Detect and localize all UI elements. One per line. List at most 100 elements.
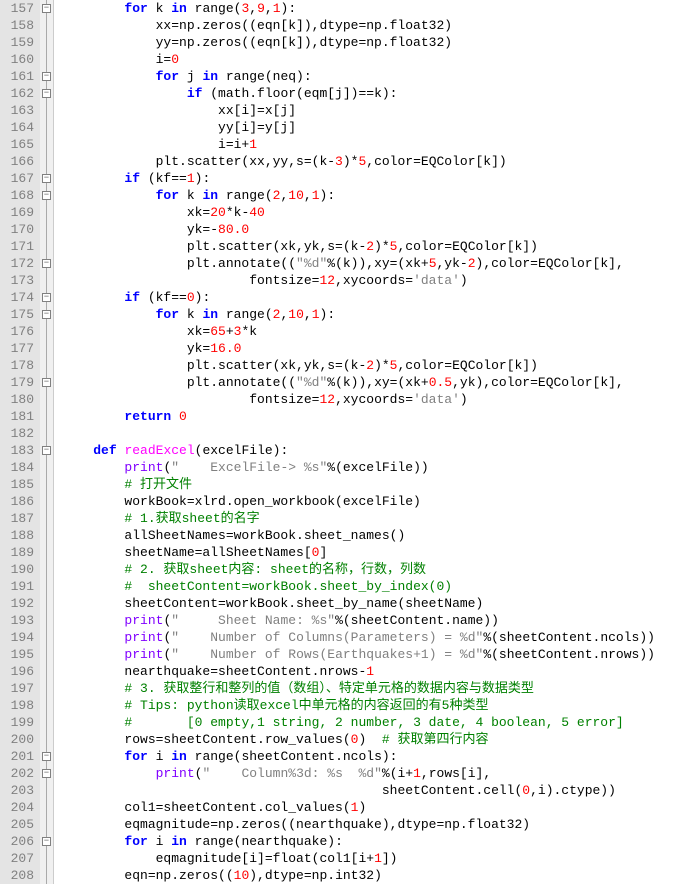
line-number: 185 bbox=[4, 476, 34, 493]
line-number: 202 bbox=[4, 765, 34, 782]
code-line[interactable]: xx[i]=x[j] bbox=[62, 102, 655, 119]
fold-toggle-icon[interactable]: − bbox=[42, 310, 51, 319]
line-number: 187 bbox=[4, 510, 34, 527]
code-line[interactable]: rows=sheetContent.row_values(0) # 获取第四行内… bbox=[62, 731, 655, 748]
code-line[interactable]: plt.scatter(xk,yk,s=(k-2)*5,color=EQColo… bbox=[62, 238, 655, 255]
code-line[interactable]: eqmagnitude=np.zeros((nearthquake),dtype… bbox=[62, 816, 655, 833]
code-line[interactable]: print(" Number of Columns(Parameters) = … bbox=[62, 629, 655, 646]
fold-toggle-icon[interactable]: − bbox=[42, 378, 51, 387]
code-line[interactable]: if (kf==0): bbox=[62, 289, 655, 306]
line-number: 203 bbox=[4, 782, 34, 799]
code-line[interactable]: if (kf==1): bbox=[62, 170, 655, 187]
code-line[interactable]: plt.annotate(("%d"%(k)),xy=(xk+5,yk-2),c… bbox=[62, 255, 655, 272]
line-number: 175 bbox=[4, 306, 34, 323]
code-line[interactable]: plt.annotate(("%d"%(k)),xy=(xk+0.5,yk),c… bbox=[62, 374, 655, 391]
code-editor[interactable]: 1571581591601611621631641651661671681691… bbox=[0, 0, 695, 884]
line-number: 196 bbox=[4, 663, 34, 680]
line-number: 167 bbox=[4, 170, 34, 187]
code-line[interactable]: yk=16.0 bbox=[62, 340, 655, 357]
line-number: 183 bbox=[4, 442, 34, 459]
code-line[interactable]: eqmagnitude[i]=float(col1[i+1]) bbox=[62, 850, 655, 867]
code-line[interactable]: nearthquake=sheetContent.nrows-1 bbox=[62, 663, 655, 680]
line-number: 189 bbox=[4, 544, 34, 561]
fold-toggle-icon[interactable]: − bbox=[42, 837, 51, 846]
code-line[interactable]: for i in range(nearthquake): bbox=[62, 833, 655, 850]
code-line[interactable]: xk=65+3*k bbox=[62, 323, 655, 340]
code-area[interactable]: for k in range(3,9,1): xx=np.zeros((eqn[… bbox=[54, 0, 655, 884]
line-number: 180 bbox=[4, 391, 34, 408]
fold-toggle-icon[interactable]: − bbox=[42, 769, 51, 778]
line-number: 177 bbox=[4, 340, 34, 357]
code-line[interactable]: yy[i]=y[j] bbox=[62, 119, 655, 136]
line-number: 170 bbox=[4, 221, 34, 238]
code-line[interactable]: sheetName=allSheetNames[0] bbox=[62, 544, 655, 561]
line-number: 171 bbox=[4, 238, 34, 255]
code-line[interactable]: print(" Column%3d: %s %d"%(i+1,rows[i], bbox=[62, 765, 655, 782]
code-line[interactable]: return 0 bbox=[62, 408, 655, 425]
line-number: 160 bbox=[4, 51, 34, 68]
line-number: 166 bbox=[4, 153, 34, 170]
fold-toggle-icon[interactable]: − bbox=[42, 446, 51, 455]
code-line[interactable]: def readExcel(excelFile): bbox=[62, 442, 655, 459]
code-line[interactable]: print(" Number of Rows(Earthquakes+1) = … bbox=[62, 646, 655, 663]
line-number: 207 bbox=[4, 850, 34, 867]
fold-toggle-icon[interactable]: − bbox=[42, 293, 51, 302]
code-line[interactable]: # 1.获取sheet的名字 bbox=[62, 510, 655, 527]
line-number: 186 bbox=[4, 493, 34, 510]
code-line[interactable]: # 2. 获取sheet内容: sheet的名称，行数，列数 bbox=[62, 561, 655, 578]
code-line[interactable]: yy=np.zeros((eqn[k]),dtype=np.float32) bbox=[62, 34, 655, 51]
code-line[interactable]: # 3. 获取整行和整列的值（数组）、特定单元格的数据内容与数据类型 bbox=[62, 680, 655, 697]
fold-toggle-icon[interactable]: − bbox=[42, 259, 51, 268]
code-line[interactable]: for k in range(2,10,1): bbox=[62, 187, 655, 204]
code-line[interactable]: eqn=np.zeros((10),dtype=np.int32) bbox=[62, 867, 655, 884]
line-number: 182 bbox=[4, 425, 34, 442]
code-line[interactable]: print(" ExcelFile-> %s"%(excelFile)) bbox=[62, 459, 655, 476]
fold-gutter[interactable]: − − − − − − − − − − − − − bbox=[40, 0, 54, 884]
line-number: 176 bbox=[4, 323, 34, 340]
fold-toggle-icon[interactable]: − bbox=[42, 191, 51, 200]
line-number: 172 bbox=[4, 255, 34, 272]
code-line[interactable]: xx=np.zeros((eqn[k]),dtype=np.float32) bbox=[62, 17, 655, 34]
code-line[interactable]: for i in range(sheetContent.ncols): bbox=[62, 748, 655, 765]
line-number: 173 bbox=[4, 272, 34, 289]
code-line[interactable]: fontsize=12,xycoords='data') bbox=[62, 272, 655, 289]
code-line[interactable]: sheetContent=workBook.sheet_by_name(shee… bbox=[62, 595, 655, 612]
line-number: 158 bbox=[4, 17, 34, 34]
code-line[interactable]: plt.scatter(xx,yy,s=(k-3)*5,color=EQColo… bbox=[62, 153, 655, 170]
code-line[interactable]: for j in range(neq): bbox=[62, 68, 655, 85]
code-line[interactable]: for k in range(2,10,1): bbox=[62, 306, 655, 323]
code-line[interactable]: i=i+1 bbox=[62, 136, 655, 153]
code-line[interactable] bbox=[62, 425, 655, 442]
code-line[interactable]: fontsize=12,xycoords='data') bbox=[62, 391, 655, 408]
code-line[interactable]: workBook=xlrd.open_workbook(excelFile) bbox=[62, 493, 655, 510]
line-number: 205 bbox=[4, 816, 34, 833]
fold-toggle-icon[interactable]: − bbox=[42, 752, 51, 761]
line-number: 157 bbox=[4, 0, 34, 17]
code-line[interactable]: print(" Sheet Name: %s"%(sheetContent.na… bbox=[62, 612, 655, 629]
code-line[interactable]: yk=-80.0 bbox=[62, 221, 655, 238]
line-number-gutter: 1571581591601611621631641651661671681691… bbox=[0, 0, 40, 884]
code-line[interactable]: allSheetNames=workBook.sheet_names() bbox=[62, 527, 655, 544]
fold-toggle-icon[interactable]: − bbox=[42, 4, 51, 13]
line-number: 206 bbox=[4, 833, 34, 850]
code-line[interactable]: for k in range(3,9,1): bbox=[62, 0, 655, 17]
code-line[interactable]: if (math.floor(eqm[j])==k): bbox=[62, 85, 655, 102]
fold-toggle-icon[interactable]: − bbox=[42, 174, 51, 183]
line-number: 191 bbox=[4, 578, 34, 595]
line-number: 195 bbox=[4, 646, 34, 663]
line-number: 181 bbox=[4, 408, 34, 425]
line-number: 194 bbox=[4, 629, 34, 646]
code-line[interactable]: # [0 empty,1 string, 2 number, 3 date, 4… bbox=[62, 714, 655, 731]
code-line[interactable]: # Tips: python读取excel中单元格的内容返回的有5种类型 bbox=[62, 697, 655, 714]
code-line[interactable]: col1=sheetContent.col_values(1) bbox=[62, 799, 655, 816]
line-number: 188 bbox=[4, 527, 34, 544]
code-line[interactable]: # sheetContent=workBook.sheet_by_index(0… bbox=[62, 578, 655, 595]
line-number: 163 bbox=[4, 102, 34, 119]
code-line[interactable]: i=0 bbox=[62, 51, 655, 68]
fold-toggle-icon[interactable]: − bbox=[42, 89, 51, 98]
code-line[interactable]: # 打开文件 bbox=[62, 476, 655, 493]
code-line[interactable]: sheetContent.cell(0,i).ctype)) bbox=[62, 782, 655, 799]
code-line[interactable]: xk=20*k-40 bbox=[62, 204, 655, 221]
fold-toggle-icon[interactable]: − bbox=[42, 72, 51, 81]
code-line[interactable]: plt.scatter(xk,yk,s=(k-2)*5,color=EQColo… bbox=[62, 357, 655, 374]
